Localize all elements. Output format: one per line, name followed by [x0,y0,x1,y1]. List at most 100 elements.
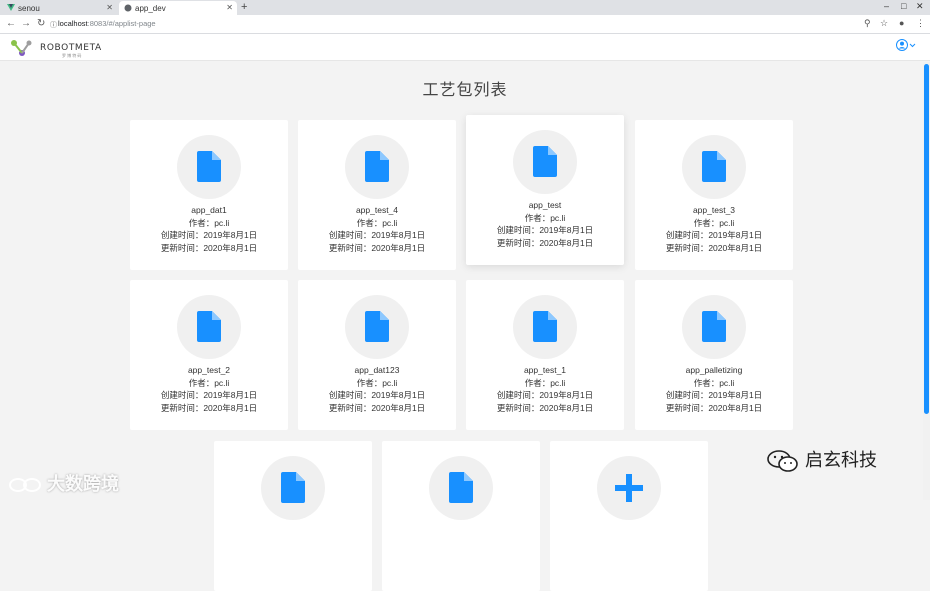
maximize-window-button[interactable]: □ [901,1,906,11]
user-avatar-icon [896,39,916,51]
vue-favicon-icon [7,4,15,12]
app-card[interactable] [382,441,540,591]
app-card-created: 创建时间：2019年8月1日 [496,390,594,400]
app-card-author: 作者：pc.li [524,212,566,223]
app-card-author: 作者：pc.li [693,377,735,388]
browser-tab-app-dev[interactable]: app_dev ✕ [119,1,237,15]
app-card-name: app_dat1 [191,205,227,215]
globe-icon [124,4,132,12]
file-icon-circle [682,135,746,199]
file-icon-circle [682,295,746,359]
file-icon [533,311,557,342]
close-window-button[interactable]: ✕ [916,1,924,12]
app-card[interactable]: app_test_1 作者：pc.li 创建时间：2019年8月1日 更新时间：202… [466,280,624,430]
app-card-author: 作者：pc.li [188,217,230,228]
url-host: localhost [58,19,88,28]
app-card-name: app_test_1 [523,365,567,375]
app-card-updated: 更新时间：2020年8月1日 [328,402,426,413]
app-card[interactable]: app_test 作者：pc.li 创建时间：2019年8月1日 更新时间：2020年… [466,115,624,265]
app-card-name: app_test_4 [355,205,399,215]
app-card-updated: 更新时间：2020年8月1日 [496,402,594,413]
app-card-created: 创建时间：2019年8月1日 [328,390,426,400]
file-icon [197,311,221,342]
minimize-window-button[interactable]: – [884,1,889,11]
zoom-icon[interactable]: ⚲ [864,18,871,29]
app-card-author: 作者：pc.li [693,217,735,228]
tab-title: app_dev [135,3,166,13]
app-card-details: app_test_1 作者：pc.li 创建时间：2019年8月1日 更新时间：202… [466,364,624,414]
add-icon-circle [597,456,661,520]
app-card[interactable]: app_palletizing 作者：pc.li 创建时间：2019年8月1日 更新时… [635,280,793,430]
tab-title: senou [18,3,40,13]
reload-icon[interactable]: ↻ [37,18,45,29]
close-tab-icon[interactable]: ✕ [106,3,113,12]
app-card-details: app_dat1 作者：pc.li 创建时间：2019年8月1日 更新时间：2020年… [130,204,288,254]
url-field[interactable]: localhost:8083/#/applist-page [58,19,156,28]
logo-text: ROBOTMETA [40,43,102,53]
app-card-name: app_test_3 [692,205,736,215]
app-card[interactable]: app_test_4 作者：pc.li 创建时间：2019年8月1日 更新时间：202… [298,120,456,270]
app-card[interactable]: app_test_2 作者：pc.li 创建时间：2019年8月1日 更新时间：202… [130,280,288,430]
browser-tab-senou[interactable]: senou ✕ [2,1,117,15]
new-tab-button[interactable]: + [241,1,247,13]
browser-tab-bar: senou ✕ app_dev ✕ + – □ ✕ [0,0,930,15]
bookmark-star-icon[interactable]: ☆ [880,18,888,29]
browser-address-bar: ← → ↻ ⓘ localhost:8083/#/applist-page ⚲ … [0,15,930,34]
file-icon-circle [345,295,409,359]
app-card-details: app_test 作者：pc.li 创建时间：2019年8月1日 更新时间：2020年… [466,199,624,249]
app-card-updated: 更新时间：2020年8月1日 [328,242,426,253]
file-icon-circle [261,456,325,520]
app-card-name: app_test [528,200,562,210]
profile-icon[interactable]: ● [899,18,904,28]
app-card-updated: 更新时间：2020年8月1日 [496,237,594,248]
file-icon [197,151,221,182]
app-card-created: 创建时间：2019年8月1日 [328,230,426,240]
file-icon-circle [513,130,577,194]
file-icon [281,472,305,503]
file-icon [449,472,473,503]
app-card-updated: 更新时间：2020年8月1日 [665,402,763,413]
file-icon [533,146,557,177]
app-card-details: app_test_4 作者：pc.li 创建时间：2019年8月1日 更新时间：202… [298,204,456,254]
file-icon [702,151,726,182]
menu-kebab-icon[interactable]: ⋮ [916,18,925,29]
watermark-left-text: 大数跨境 [47,474,120,494]
app-card-name: app_test_2 [187,365,231,375]
info-icon[interactable]: ⓘ [50,20,57,30]
add-app-card[interactable] [550,441,708,591]
page-title: 工艺包列表 [422,82,508,99]
app-card-details: app_test_2 作者：pc.li 创建时间：2019年8月1日 更新时间：202… [130,364,288,414]
file-icon-circle [513,295,577,359]
close-tab-icon[interactable]: ✕ [226,3,233,12]
file-icon-circle [429,456,493,520]
app-card[interactable]: app_dat1 作者：pc.li 创建时间：2019年8月1日 更新时间：2020年… [130,120,288,270]
scrollbar-thumb[interactable] [924,64,929,414]
app-card-updated: 更新时间：2020年8月1日 [160,402,258,413]
app-card-name: app_dat123 [354,365,400,375]
app-header: ROBOTMETA 罗 博 特 码 [0,34,930,61]
app-card[interactable]: app_test_3 作者：pc.li 创建时间：2019年8月1日 更新时间：202… [635,120,793,270]
app-card-updated: 更新时间：2020年8月1日 [160,242,258,253]
wechat-icon [767,450,798,473]
logo-mark-icon [11,40,32,56]
file-icon-circle [177,135,241,199]
scrollbar[interactable] [923,62,930,500]
app-card[interactable] [214,441,372,591]
app-card-details: app_test_3 作者：pc.li 创建时间：2019年8月1日 更新时间：202… [635,204,793,254]
app-card-author: 作者：pc.li [188,377,230,388]
app-card-created: 创建时间：2019年8月1日 [496,225,594,235]
app-card-created: 创建时间：2019年8月1日 [665,390,763,400]
app-card[interactable]: app_dat123 作者：pc.li 创建时间：2019年8月1日 更新时间：202… [298,280,456,430]
app-card-author: 作者：pc.li [356,217,398,228]
app-card-details: app_dat123 作者：pc.li 创建时间：2019年8月1日 更新时间：202… [298,364,456,414]
forward-arrow-icon[interactable]: → [21,18,31,29]
plus-icon[interactable] [615,474,643,502]
app-card-created: 创建时间：2019年8月1日 [665,230,763,240]
app-card-author: 作者：pc.li [524,377,566,388]
file-icon [365,151,389,182]
watermark-right: 启玄科技 [766,446,877,473]
user-menu[interactable] [896,39,918,53]
robotmeta-logo[interactable]: ROBOTMETA 罗 博 特 码 [10,39,102,58]
back-arrow-icon[interactable]: ← [6,18,16,29]
file-icon-circle [345,135,409,199]
